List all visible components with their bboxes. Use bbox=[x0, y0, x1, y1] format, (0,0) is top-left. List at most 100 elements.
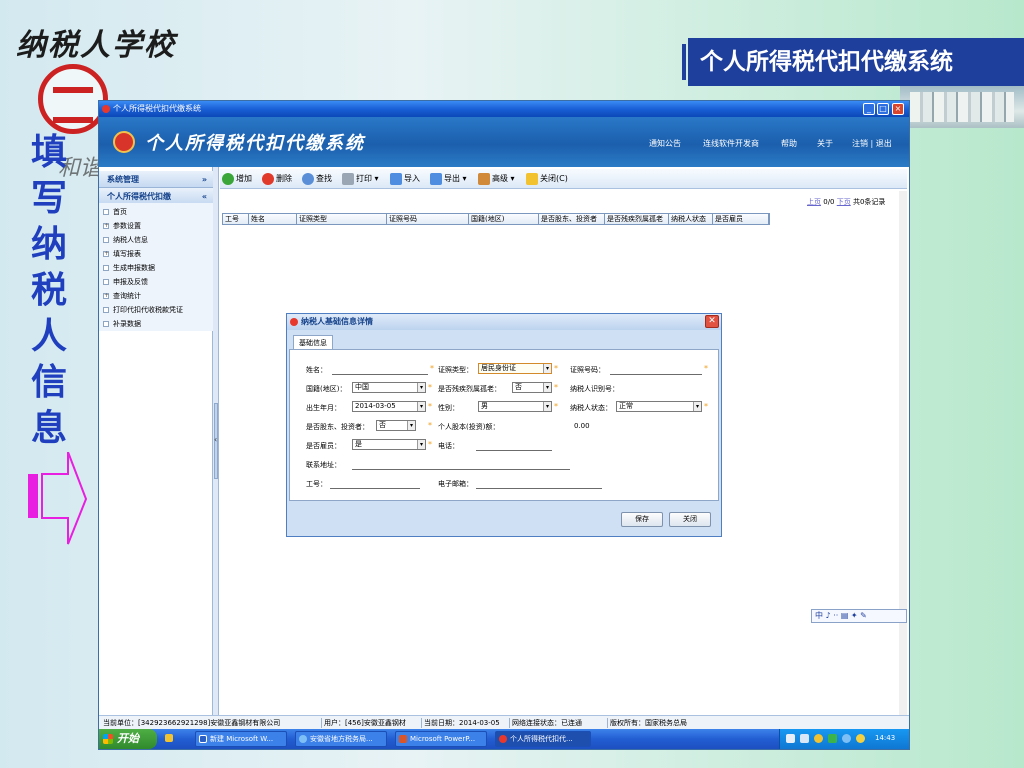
col-status[interactable]: 纳税人状态 bbox=[669, 214, 713, 224]
expand-plus-icon[interactable]: + bbox=[103, 293, 109, 299]
dialog-close-button[interactable]: ✕ bbox=[705, 315, 719, 328]
panel-system-management[interactable]: 系统管理 » bbox=[99, 171, 213, 188]
col-id-type[interactable]: 证照类型 bbox=[297, 214, 387, 224]
quicklaunch-icon bbox=[165, 734, 173, 742]
email-field[interactable] bbox=[476, 488, 602, 489]
expand-plus-icon[interactable]: + bbox=[103, 251, 109, 257]
tray-help-icon[interactable] bbox=[800, 734, 809, 743]
dialog-close-action-button[interactable]: 关闭 bbox=[669, 512, 711, 527]
dialog-titlebar[interactable]: 纳税人基础信息详情 bbox=[287, 314, 721, 330]
sidebar-item-declare-feedback[interactable]: 申报及反馈 bbox=[103, 277, 148, 287]
close-window-button[interactable]: × bbox=[892, 103, 904, 115]
tray-shield-icon[interactable] bbox=[856, 734, 865, 743]
dropdown-arrow-icon[interactable]: ▾ bbox=[417, 440, 425, 449]
print-button[interactable]: 打印 ▾ bbox=[342, 172, 379, 186]
expand-plus-icon[interactable]: + bbox=[103, 223, 109, 229]
maximize-button[interactable]: □ bbox=[877, 103, 889, 115]
col-shareholder[interactable]: 是否股东、投资者 bbox=[539, 214, 605, 224]
birth-date-picker[interactable]: 2014-03-05 ▾ bbox=[352, 401, 426, 412]
required-mark: * bbox=[430, 364, 434, 373]
tray-security-icon[interactable] bbox=[814, 734, 823, 743]
dropdown-arrow-icon[interactable]: ▾ bbox=[417, 383, 425, 392]
dropdown-arrow-icon[interactable]: ▾ bbox=[543, 364, 551, 373]
shareholder-select[interactable]: 否 ▾ bbox=[376, 420, 416, 431]
quicklaunch[interactable] bbox=[159, 731, 187, 747]
calendar-icon[interactable]: ▾ bbox=[417, 402, 425, 411]
label-birth: 出生年月： bbox=[306, 404, 341, 412]
employee-select[interactable]: 是 ▾ bbox=[352, 439, 426, 450]
id-number-field[interactable] bbox=[610, 374, 702, 375]
window-title: 个人所得税代扣代缴系统 bbox=[113, 104, 201, 113]
label-nationality: 国籍(地区)： bbox=[306, 385, 347, 393]
dialog-form: 姓名： * 证照类型： 居民身份证 ▾ * 证照号码： * 国籍(地区)： 中国 ▾… bbox=[289, 349, 719, 501]
page-count: 0/0 bbox=[823, 198, 835, 206]
tab-basic-info[interactable]: 基础信息 bbox=[293, 335, 333, 349]
disabled-value: 否 bbox=[515, 383, 522, 391]
export-button[interactable]: 导出 ▾ bbox=[430, 172, 467, 186]
col-disabled[interactable]: 是否残疾烈属孤老 bbox=[605, 214, 669, 224]
next-page-link[interactable]: 下页 bbox=[837, 198, 851, 206]
ime-toolbar[interactable]: 中 ♪ ·· ▤ ✦ ✎ bbox=[811, 609, 907, 623]
required-mark: * bbox=[428, 421, 432, 430]
job-no-field[interactable] bbox=[330, 488, 420, 489]
label-status: 纳税人状态： bbox=[570, 404, 612, 412]
taskbar-item-powerpoint[interactable]: Microsoft PowerP... bbox=[395, 731, 487, 747]
link-help[interactable]: 帮助 bbox=[781, 138, 797, 149]
label-employee: 是否雇员： bbox=[306, 442, 341, 450]
save-button[interactable]: 保存 bbox=[621, 512, 663, 527]
close-button[interactable]: 关闭(C) bbox=[526, 172, 568, 186]
col-employee[interactable]: 是否雇员 bbox=[713, 214, 769, 224]
name-field[interactable] bbox=[332, 374, 428, 375]
dropdown-arrow-icon[interactable]: ▾ bbox=[693, 402, 701, 411]
sidebar-item-home[interactable]: 首页 bbox=[103, 207, 127, 217]
add-button[interactable]: 增加 bbox=[222, 172, 252, 186]
taskbar-item-ie[interactable]: 安徽省地方税务局... bbox=[295, 731, 387, 747]
required-mark: * bbox=[428, 440, 432, 449]
address-field[interactable] bbox=[352, 469, 570, 470]
find-button[interactable]: 查找 bbox=[302, 172, 332, 186]
tray-network-icon[interactable] bbox=[842, 734, 851, 743]
printer-icon bbox=[342, 172, 354, 185]
advanced-button[interactable]: 高级 ▾ bbox=[478, 172, 515, 186]
col-nationality[interactable]: 国籍(地区) bbox=[469, 214, 539, 224]
sidebar-item-taxpayer-info[interactable]: 纳税人信息 bbox=[103, 235, 148, 245]
sidebar-item-fill-report[interactable]: + 填写报表 bbox=[103, 249, 141, 259]
status-select[interactable]: 正常 ▾ bbox=[616, 401, 702, 412]
col-job-no[interactable]: 工号 bbox=[223, 214, 249, 224]
link-vendor[interactable]: 连线软件开发商 bbox=[703, 138, 759, 149]
gender-select[interactable]: 男 ▾ bbox=[478, 401, 552, 412]
taskbar-item-word[interactable]: 新建 Microsoft W... bbox=[195, 731, 287, 747]
sidebar-item-supplement-data[interactable]: 补录数据 bbox=[103, 319, 141, 329]
id-type-select[interactable]: 居民身份证 ▾ bbox=[478, 363, 552, 374]
sidebar-item-generate-data[interactable]: 生成申报数据 bbox=[103, 263, 155, 273]
status-unit: 当前单位：[342923662921298]安徽亚鑫钢材有限公司 bbox=[103, 719, 281, 727]
right-arrow-icon bbox=[28, 452, 88, 545]
disabled-select[interactable]: 否 ▾ bbox=[512, 382, 552, 393]
import-button[interactable]: 导入 bbox=[390, 172, 420, 186]
dropdown-arrow-icon[interactable]: ▾ bbox=[543, 383, 551, 392]
col-id-no[interactable]: 证照号码 bbox=[387, 214, 469, 224]
vertical-scrollbar[interactable] bbox=[899, 191, 907, 715]
sidebar-item-print-voucher[interactable]: 打印代扣代收税款凭证 bbox=[103, 305, 183, 315]
minimize-button[interactable]: _ bbox=[863, 103, 875, 115]
tray-antivirus-icon[interactable] bbox=[828, 734, 837, 743]
delete-button[interactable]: 删除 bbox=[262, 172, 292, 186]
collapse-arrow-icon[interactable]: ‹ bbox=[214, 435, 217, 444]
link-logout-exit[interactable]: 注销 | 退出 bbox=[852, 138, 892, 149]
dropdown-arrow-icon[interactable]: ▾ bbox=[543, 402, 551, 411]
sidebar-item-query-stats[interactable]: + 查询统计 bbox=[103, 291, 141, 301]
link-notice[interactable]: 通知公告 bbox=[649, 138, 681, 149]
sidebar-item-params[interactable]: + 参数设置 bbox=[103, 221, 141, 231]
label-id-no: 证照号码： bbox=[570, 366, 605, 374]
capital-value: 0.00 bbox=[574, 422, 590, 430]
phone-field[interactable] bbox=[476, 450, 552, 451]
nationality-select[interactable]: 中国 ▾ bbox=[352, 382, 426, 393]
dropdown-arrow-icon[interactable]: ▾ bbox=[407, 421, 415, 430]
link-about[interactable]: 关于 bbox=[817, 138, 833, 149]
taskbar-item-tax-app[interactable]: 个人所得税代扣代... bbox=[495, 731, 591, 747]
tray-ime-icon[interactable] bbox=[786, 734, 795, 743]
window-titlebar[interactable]: 个人所得税代扣代缴系统 bbox=[99, 101, 909, 117]
prev-page-link[interactable]: 上页 bbox=[807, 198, 821, 206]
chevron-down-icon[interactable]: » bbox=[202, 171, 207, 188]
col-name[interactable]: 姓名 bbox=[249, 214, 297, 224]
